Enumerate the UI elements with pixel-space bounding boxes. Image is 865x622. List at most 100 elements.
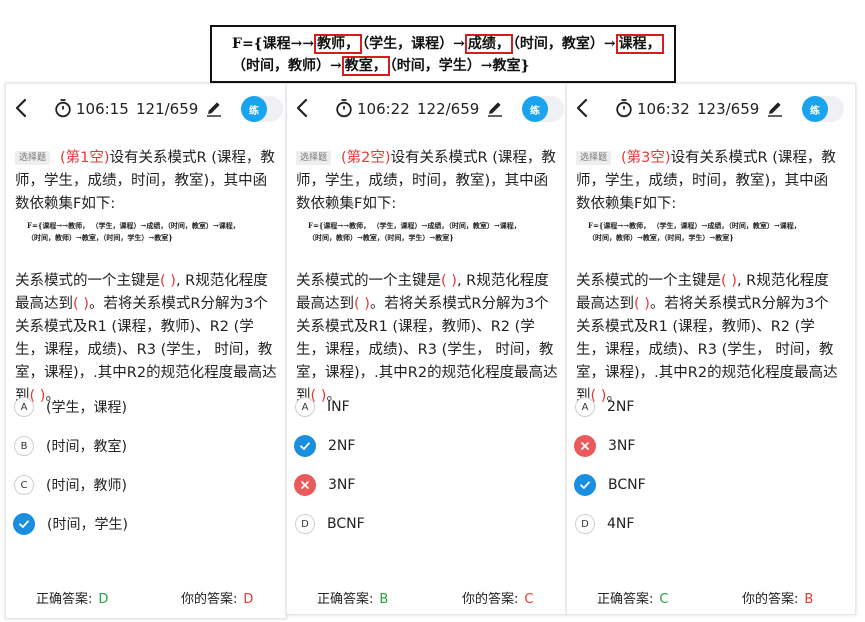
option-b[interactable]: 2NF xyxy=(294,433,356,459)
practice-mode-toggle[interactable]: 练 xyxy=(522,96,564,122)
your-answer-label: 你的答案: xyxy=(742,592,799,607)
option-b[interactable]: B (时间，教室) xyxy=(14,433,127,459)
option-text: 2NF xyxy=(607,399,635,415)
panel-header: 106:15 121/659 练 xyxy=(6,84,286,136)
pencil-icon[interactable] xyxy=(765,98,785,118)
toggle-knob: 练 xyxy=(522,96,548,122)
question-type-tag: 选择题 xyxy=(296,151,332,165)
check-icon xyxy=(574,474,596,496)
fd-text: （时间，教室）→ xyxy=(512,36,616,52)
question-body: 关系模式的一个主键是( ), R规范化程度最高达到( )。若将关系模式R分解为3… xyxy=(296,270,561,408)
stopwatch-icon xyxy=(55,99,71,118)
question-stem: 选择题 (第1空)设有关系模式R (课程，教师，学生，成绩，时间，教室)，其中函数… xyxy=(15,147,277,216)
your-answer-value: B xyxy=(804,592,814,607)
your-answer-label: 你的答案: xyxy=(181,592,238,607)
question-text: 关系模式的一个主键是 xyxy=(15,273,160,289)
option-c[interactable]: BCNF xyxy=(574,472,646,498)
question-text: 设有关系模式R (课程，教师，学生，成绩，时间，教室)，其中函数依赖集F如下: xyxy=(576,150,836,212)
option-d[interactable]: D BCNF xyxy=(295,511,365,537)
fd-image-line-2: （时间，教师）→教室，（时间，学生）→教室} xyxy=(588,233,734,242)
question-counter: 121/659 xyxy=(136,100,199,118)
correct-answer-label: 正确答案: xyxy=(36,592,93,607)
elapsed-time: 106:15 xyxy=(76,100,129,118)
pencil-icon[interactable] xyxy=(204,98,224,118)
back-arrow-icon[interactable] xyxy=(291,96,315,120)
question-counter: 123/659 xyxy=(697,100,760,118)
blank-marker: ( ) xyxy=(354,296,370,312)
option-b[interactable]: 3NF xyxy=(574,433,636,459)
fd-text: F={课程→→ xyxy=(232,36,315,52)
option-text: BCNF xyxy=(608,477,646,493)
correct-answer-value: B xyxy=(379,592,389,607)
blank-number-label: (第2空) xyxy=(341,150,391,166)
option-c[interactable]: C (时间，教师) xyxy=(14,472,127,498)
question-type-tag: 选择题 xyxy=(15,151,51,165)
stopwatch-icon xyxy=(336,99,352,118)
cross-icon xyxy=(574,435,596,457)
fd-text: （时间，教师）→ xyxy=(232,58,342,74)
your-answer: 你的答案: C xyxy=(462,588,533,607)
option-text: 3NF xyxy=(608,438,636,454)
functional-dependency-image: F={课程→→教师， （学生，课程）→成绩，（时间，教室）→课程， （时间，教师… xyxy=(308,220,558,244)
option-d[interactable]: D 4NF xyxy=(575,511,634,537)
option-a[interactable]: A INF xyxy=(295,394,350,420)
option-text: 2NF xyxy=(328,438,356,454)
question-panel: 106:32 123/659 练 选择题 (第3空)设有关系模式R (课程，教师，… xyxy=(566,83,856,615)
functional-dependency-image: F={课程→→教师， （学生，课程）→成绩，（时间，教室）→课程， （时间，教师… xyxy=(27,220,277,244)
blank-marker: ( ) xyxy=(441,273,457,289)
back-arrow-icon[interactable] xyxy=(571,96,595,120)
toggle-knob: 练 xyxy=(241,96,267,122)
question-text: 关系模式的一个主键是 xyxy=(296,273,441,289)
fd-highlight: 教室， xyxy=(341,56,390,76)
your-answer: 你的答案: D xyxy=(181,588,253,607)
functional-dependency-banner: F={课程→→ 教师， （学生，课程）→ 成绩， （时间，教室）→ 课程， （时间，教师）… xyxy=(210,25,676,83)
correct-answer: 正确答案: C xyxy=(597,588,668,607)
correct-answer: 正确答案: B xyxy=(317,588,388,607)
option-letter-badge: C xyxy=(14,475,34,495)
correct-answer-value: D xyxy=(98,592,109,607)
question-text: 设有关系模式R (课程，教师，学生，成绩，时间，教室)，其中函数依赖集F如下: xyxy=(15,150,275,212)
option-text: 4NF xyxy=(607,516,635,532)
option-letter-badge: A xyxy=(295,397,315,417)
question-panel: 106:22 122/659 练 选择题 (第2空)设有关系模式R (课程，教师，… xyxy=(286,83,567,615)
pencil-icon[interactable] xyxy=(485,98,505,118)
practice-mode-toggle[interactable]: 练 xyxy=(241,96,283,122)
question-stem: 选择题 (第2空)设有关系模式R (课程，教师，学生，成绩，时间，教室)，其中函数… xyxy=(296,147,558,216)
option-text: 3NF xyxy=(328,477,356,493)
blank-number-label: (第3空) xyxy=(621,150,671,166)
correct-answer: 正确答案: D xyxy=(36,588,108,607)
cross-icon xyxy=(294,474,316,496)
fd-image-line-1: F={课程→→教师， （学生，课程）→成绩，（时间，教室）→课程， xyxy=(588,221,801,230)
option-a[interactable]: A 2NF xyxy=(575,394,634,420)
question-text: 关系模式的一个主键是 xyxy=(576,273,721,289)
blank-number-label: (第1空) xyxy=(60,150,110,166)
elapsed-time: 106:32 xyxy=(637,100,690,118)
correct-answer-value: C xyxy=(659,592,669,607)
blank-marker: ( ) xyxy=(721,273,737,289)
option-letter-badge: B xyxy=(14,436,34,456)
fd-highlight: 教师， xyxy=(314,34,363,54)
fd-highlight: 成绩， xyxy=(464,34,513,54)
back-arrow-icon[interactable] xyxy=(10,96,34,120)
fd-image-line-1: F={课程→→教师， （学生，课程）→成绩，（时间，教室）→课程， xyxy=(308,221,521,230)
option-c[interactable]: 3NF xyxy=(294,472,356,498)
your-answer-value: D xyxy=(243,592,254,607)
question-body: 关系模式的一个主键是( ), R规范化程度最高达到( )。若将关系模式R分解为3… xyxy=(15,270,280,408)
option-text: (时间，教室) xyxy=(46,439,127,455)
option-letter-badge: D xyxy=(575,514,595,534)
option-letter-badge: A xyxy=(575,397,595,417)
fd-image-line-1: F={课程→→教师， （学生，课程）→成绩，（时间，教室）→课程， xyxy=(27,221,240,230)
practice-mode-toggle[interactable]: 练 xyxy=(802,96,844,122)
your-answer-value: C xyxy=(524,592,534,607)
elapsed-time: 106:22 xyxy=(357,100,410,118)
blank-marker: ( ) xyxy=(160,273,176,289)
option-text: (时间，学生) xyxy=(47,517,128,533)
check-icon xyxy=(294,435,316,457)
question-body: 关系模式的一个主键是( ), R规范化程度最高达到( )。若将关系模式R分解为3… xyxy=(576,270,841,408)
panel-header: 106:22 122/659 练 xyxy=(287,84,566,136)
fd-banner-line-2: （时间，教师）→ 教室， （时间，学生）→教室} xyxy=(232,55,664,77)
fd-image-line-2: （时间，教师）→教室，（时间，学生）→教室} xyxy=(308,233,454,242)
option-d[interactable]: (时间，学生) xyxy=(13,511,128,537)
option-a[interactable]: A (学生，课程) xyxy=(14,394,127,420)
stopwatch-icon xyxy=(616,99,632,118)
